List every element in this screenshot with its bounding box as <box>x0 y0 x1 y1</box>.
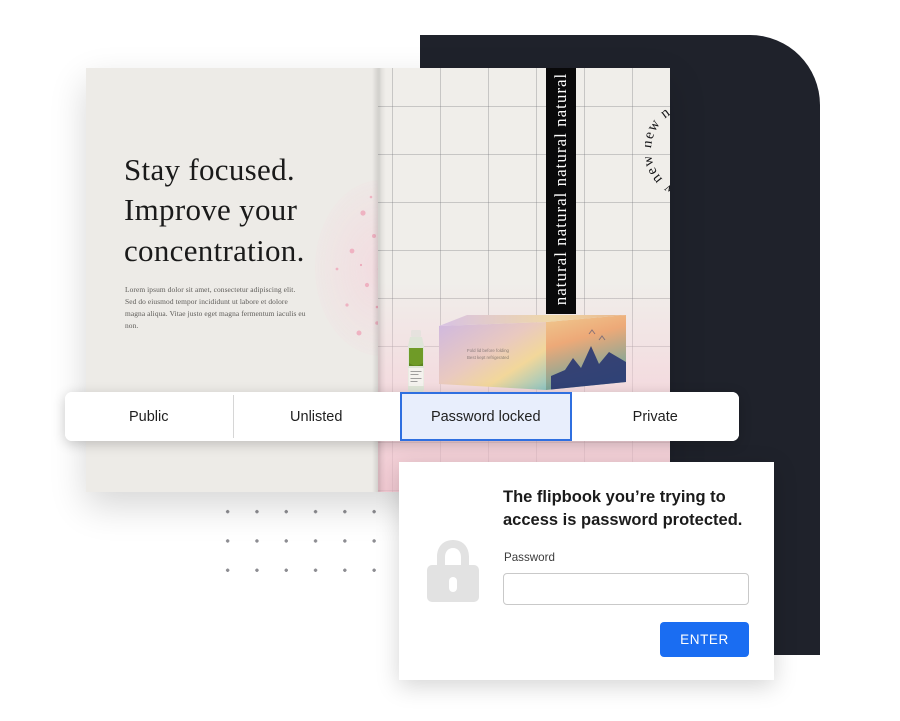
juice-bottle-illustration <box>408 330 424 392</box>
magazine-body-text: Lorem ipsum dolor sit amet, consectetur … <box>125 285 306 330</box>
tab-unlisted[interactable]: Unlisted <box>232 392 400 441</box>
tab-private[interactable]: Private <box>571 392 739 441</box>
tab-password-locked-label: Password locked <box>430 408 541 425</box>
circular-new-text: new new new new new new new <box>645 102 670 198</box>
enter-button[interactable]: ENTER <box>660 622 749 657</box>
magazine-headline: Stay focused. Improve your concentration… <box>124 150 354 271</box>
screenshot-root: Stay focused. Improve your concentration… <box>0 0 900 721</box>
dialog-title-line-1: The flipbook you’re trying to <box>503 488 726 506</box>
headline-line-1: Stay focused. <box>124 152 295 187</box>
box-copy-line-2: Best kept refrigerated <box>467 355 510 360</box>
password-input[interactable] <box>503 573 749 605</box>
dot-grid-decoration <box>213 497 389 585</box>
tab-unlisted-label: Unlisted <box>290 408 343 425</box>
dialog-title: The flipbook you’re trying to access is … <box>503 486 753 532</box>
headline-line-2: Improve your <box>124 192 298 228</box>
tab-public[interactable]: Public <box>65 392 233 441</box>
tab-private-label: Private <box>632 408 678 425</box>
circular-new-label: new new new new new new new <box>645 102 670 198</box>
lock-icon <box>427 540 479 602</box>
product-box-illustration: Fold lid before folding Best kept refrig… <box>439 315 626 390</box>
natural-strip-text: natural natural natural natural <box>551 72 570 306</box>
box-copy-line-1: Fold lid before folding <box>467 348 510 353</box>
tab-password-locked[interactable]: Password locked <box>400 392 572 441</box>
dialog-title-line-2: access is password protected. <box>503 510 743 529</box>
password-protected-dialog: The flipbook you’re trying to access is … <box>399 462 774 680</box>
tab-public-label: Public <box>129 408 169 425</box>
headline-line-3: concentration. <box>124 232 305 268</box>
visibility-tab-bar[interactable]: Public Unlisted Password locked Private <box>65 392 739 441</box>
natural-vertical-strip: natural natural natural natural <box>546 68 576 314</box>
password-field-label: Password <box>504 551 555 564</box>
